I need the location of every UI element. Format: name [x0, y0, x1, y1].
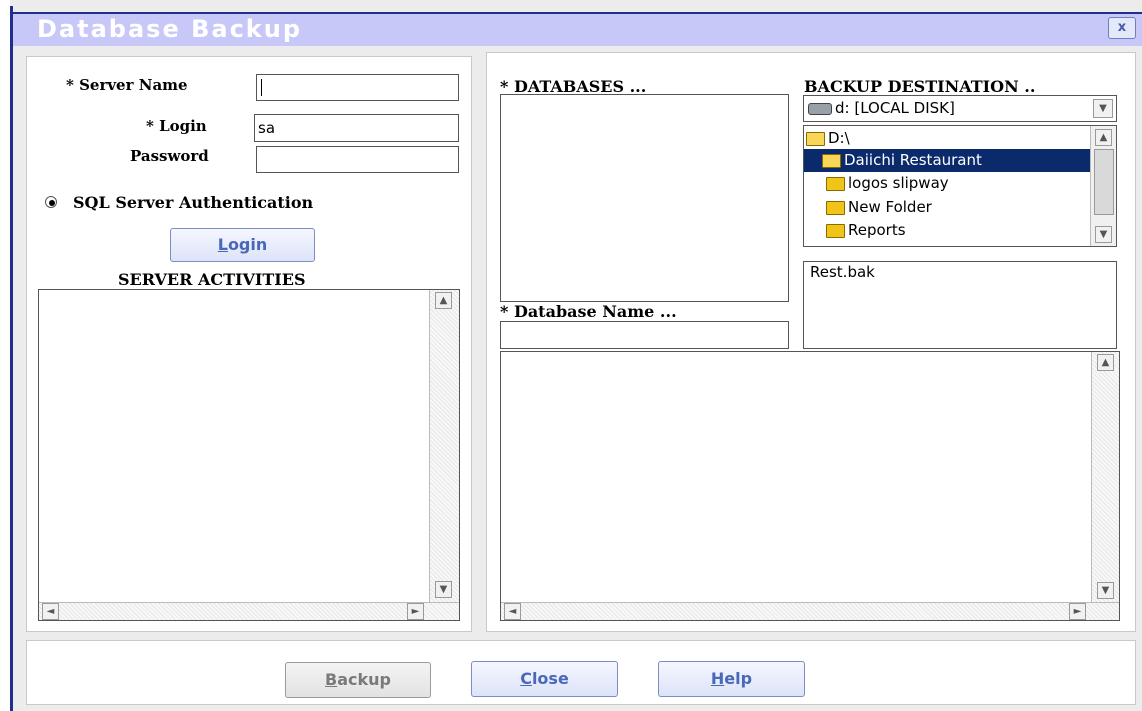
- database-name-label: * Database Name ...: [500, 302, 677, 321]
- open-folder-icon: [822, 153, 841, 168]
- login-button[interactable]: Login: [170, 228, 315, 262]
- folder-item-label: Reports: [848, 221, 906, 239]
- folder-tree-vscroll[interactable]: ▲ ▼: [1090, 126, 1116, 246]
- scroll-up-arrow[interactable]: ▲: [1097, 354, 1114, 371]
- sql-auth-radio[interactable]: [45, 196, 57, 208]
- scroll-down-arrow[interactable]: ▼: [1095, 226, 1112, 243]
- login-label: * Login: [146, 117, 207, 135]
- folder-item-label: New Folder: [848, 198, 932, 216]
- folder-item-logos-slipway[interactable]: logos slipway: [826, 172, 1116, 195]
- backup-log-vscroll[interactable]: ▲ ▼: [1091, 352, 1119, 602]
- scroll-left-arrow[interactable]: ◄: [42, 603, 59, 620]
- backup-button[interactable]: Backup: [285, 662, 431, 698]
- login-button-label: Login: [217, 235, 268, 254]
- scroll-right-arrow[interactable]: ►: [1069, 603, 1086, 620]
- scroll-down-arrow[interactable]: ▼: [435, 581, 452, 598]
- title-bar: Database Backup x: [13, 12, 1142, 46]
- open-folder-icon: [806, 131, 825, 146]
- close-button[interactable]: Close: [471, 661, 618, 697]
- password-label: Password: [130, 147, 209, 165]
- server-name-label: * Server Name: [66, 76, 188, 94]
- chevron-down-icon[interactable]: ▼: [1093, 99, 1113, 118]
- help-button-label: Help: [710, 669, 753, 688]
- folder-item-reports[interactable]: Reports: [826, 219, 1116, 242]
- folder-item-new-folder[interactable]: New Folder: [826, 196, 1116, 219]
- backup-destination-label: BACKUP DESTINATION ..: [804, 77, 1036, 96]
- hard-drive-icon: [808, 102, 832, 115]
- backup-file-name-box[interactable]: Rest.bak: [803, 261, 1117, 349]
- folder-item-root[interactable]: D:\: [806, 127, 1116, 150]
- scroll-thumb[interactable]: [1094, 149, 1114, 215]
- folder-item-label: logos slipway: [848, 174, 949, 192]
- database-name-input[interactable]: [500, 321, 789, 349]
- help-button[interactable]: Help: [658, 661, 805, 697]
- radio-selected-dot: [49, 200, 55, 206]
- folder-item-label: Daiichi Restaurant: [844, 151, 982, 169]
- backup-log-hscroll[interactable]: ◄ ►: [501, 602, 1119, 620]
- scroll-left-arrow[interactable]: ◄: [504, 603, 521, 620]
- window-title: Database Backup: [37, 15, 303, 43]
- drive-select[interactable]: d: [LOCAL DISK] ▼: [803, 95, 1117, 122]
- server-activities-vscroll[interactable]: ▲ ▼: [429, 290, 459, 602]
- sql-auth-label: SQL Server Authentication: [73, 193, 314, 212]
- folder-tree[interactable]: D:\ Daiichi Restaurant logos slipway New…: [803, 125, 1117, 247]
- server-activities-label: SERVER ACTIVITIES: [118, 270, 306, 289]
- folder-icon: [826, 176, 845, 191]
- scroll-up-arrow[interactable]: ▲: [1095, 129, 1112, 146]
- password-input[interactable]: [256, 146, 459, 173]
- scroll-up-arrow[interactable]: ▲: [435, 292, 452, 309]
- databases-list[interactable]: [500, 94, 789, 302]
- folder-item-daiichi-restaurant[interactable]: Daiichi Restaurant: [804, 149, 1090, 172]
- close-button-label: Close: [520, 669, 569, 688]
- backup-button-label: Backup: [325, 670, 391, 689]
- scroll-right-arrow[interactable]: ►: [407, 603, 424, 620]
- folder-item-label: D:\: [828, 129, 850, 147]
- window-left-border: [10, 6, 13, 711]
- login-input[interactable]: sa: [254, 114, 459, 142]
- close-window-button[interactable]: x: [1108, 17, 1136, 39]
- scroll-down-arrow[interactable]: ▼: [1097, 582, 1114, 599]
- backup-log-list[interactable]: ▲ ▼ ◄ ►: [500, 351, 1120, 621]
- server-activities-hscroll[interactable]: ◄ ►: [39, 602, 459, 620]
- backup-file-name: Rest.bak: [810, 263, 875, 281]
- server-name-input[interactable]: [256, 74, 459, 101]
- window-left-margin: [0, 0, 10, 711]
- folder-icon: [826, 223, 845, 238]
- text-cursor: [261, 79, 262, 96]
- drive-select-value: d: [LOCAL DISK]: [835, 99, 955, 117]
- server-activities-list[interactable]: ▲ ▼ ◄ ►: [38, 289, 460, 621]
- folder-icon: [826, 200, 845, 215]
